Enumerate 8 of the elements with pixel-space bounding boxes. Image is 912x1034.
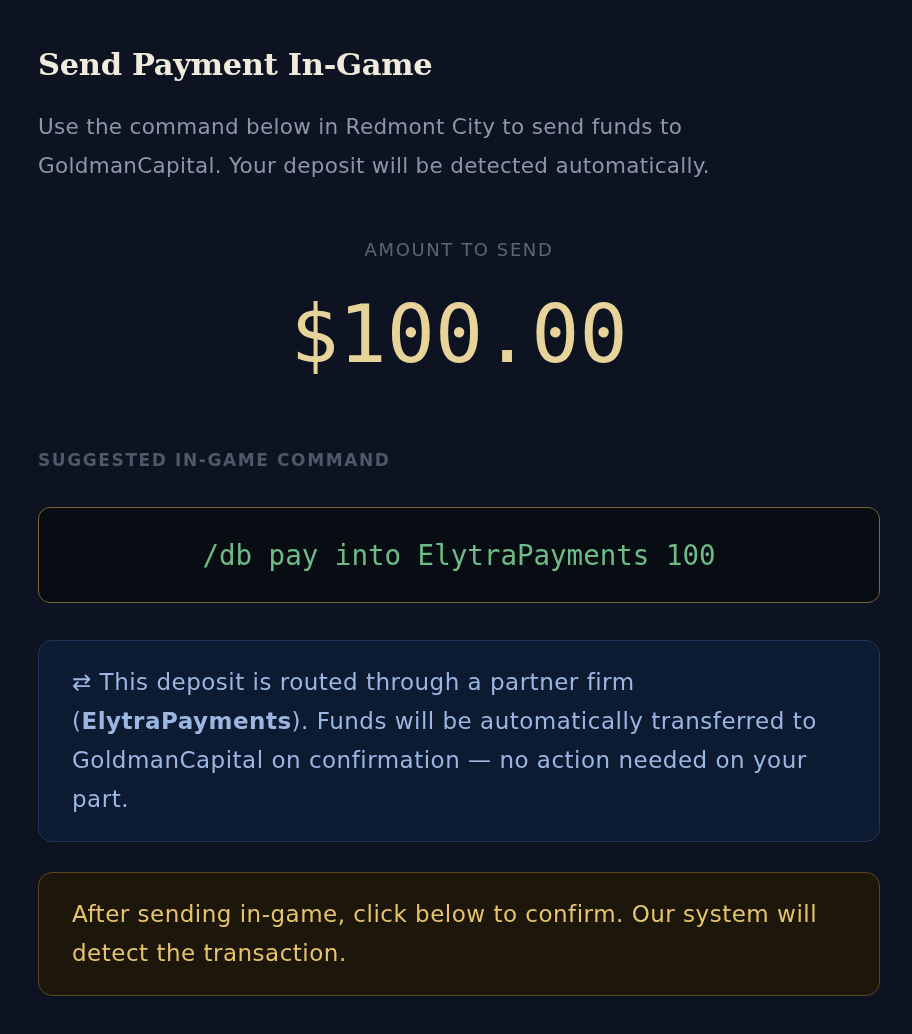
amount-label: AMOUNT TO SEND xyxy=(364,238,554,262)
command-label: SUGGESTED IN-GAME COMMAND xyxy=(38,449,392,472)
page-description: Use the command below in Redmont City to send funds to GoldmanCapital. Your deposit will be detected automatically. xyxy=(38,113,711,180)
command-code: /db pay into ElytraPayments 100 xyxy=(38,507,880,603)
confirm-warning-notice: After sending in-game, click below to confirm. Our system will detect the transaction. xyxy=(38,872,880,996)
page-title: Send Payment In-Game xyxy=(38,45,434,84)
amount-value: $100.00 xyxy=(290,287,628,383)
routing-info-notice: ⇄ This deposit is routed through a partner firm (ElytraPayments). Funds will be automatically transferred to GoldmanCapital on confirmation — no action needed on your part. xyxy=(38,640,880,842)
